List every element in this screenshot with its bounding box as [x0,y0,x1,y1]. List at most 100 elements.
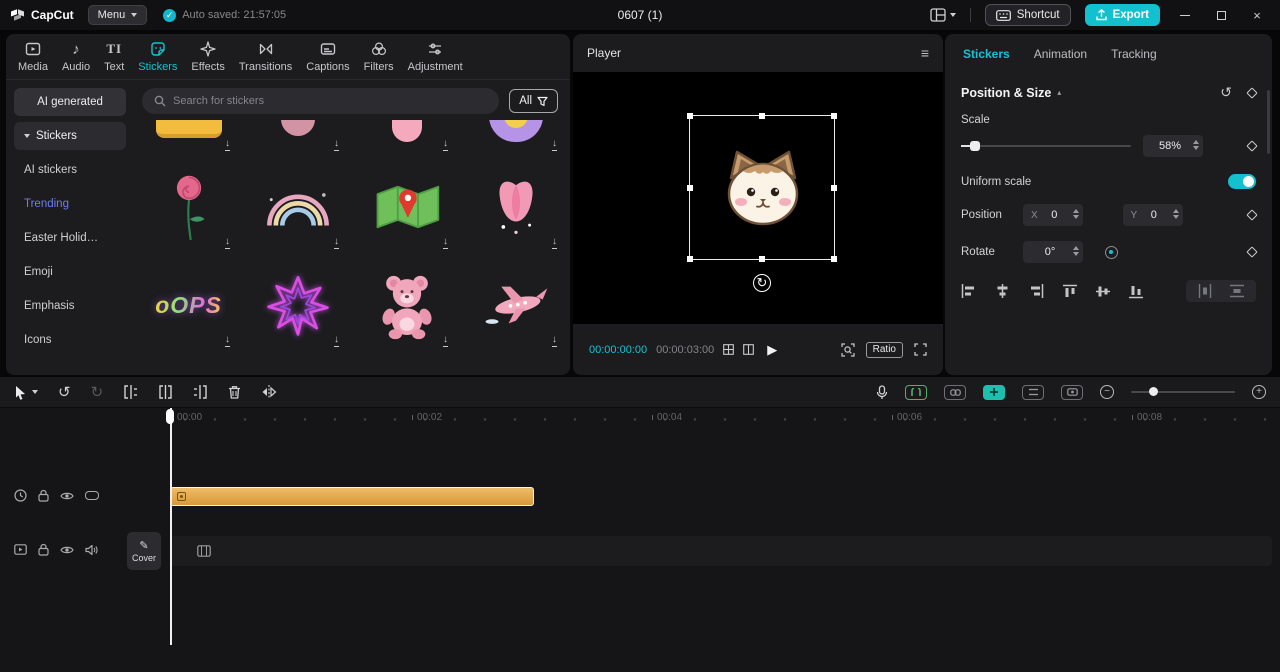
selection-handle[interactable] [759,256,765,262]
zoom-out-button[interactable]: − [1100,385,1114,399]
align-left-icon[interactable] [961,284,976,298]
tab-effects[interactable]: Effects [191,40,225,73]
scale-slider-knob[interactable] [970,141,980,151]
sticker-map-location[interactable]: ↓ [360,162,453,252]
menu-button[interactable]: Menu [87,5,148,25]
magnet-toggle[interactable] [905,384,927,400]
sticker-purple-shell[interactable]: ↓ [469,120,562,154]
playhead-handle[interactable] [166,409,174,424]
sidebar-item-trending[interactable]: Trending [14,190,126,218]
selection-handle[interactable] [831,113,837,119]
zoom-slider-knob[interactable] [1149,387,1158,396]
sidebar-item-stickers[interactable]: Stickers [14,122,126,150]
align-bottom-icon[interactable] [1129,284,1143,299]
sticker-clip[interactable] [170,487,534,506]
keyframe-diamond-icon[interactable] [1246,140,1258,152]
layout-switch-button[interactable] [930,8,956,22]
minimize-button[interactable] [1174,14,1196,16]
mirror-button[interactable] [261,385,277,399]
speaker-icon[interactable] [85,544,98,556]
sidebar-item-emoji[interactable]: Emoji [14,258,126,286]
rotate-value-input[interactable]: 0° [1023,241,1083,263]
download-icon[interactable]: ↓ [443,237,448,249]
stepper-icon[interactable] [1172,208,1179,219]
play-button[interactable]: ▶ [767,342,777,358]
tab-captions[interactable]: Captions [306,40,350,73]
split-button[interactable] [158,385,173,399]
player-menu-icon[interactable]: ≡ [921,45,929,61]
sidebar-item-ai-generated[interactable]: AI generated [14,88,126,116]
sidebar-item-icons[interactable]: Icons [14,326,126,354]
download-icon[interactable]: ↓ [552,139,557,151]
sticker-tulip[interactable]: ↓ [469,162,562,252]
stepper-icon[interactable] [1193,139,1199,150]
lock-icon[interactable] [38,489,49,502]
clock-icon[interactable] [14,489,27,502]
cat-sticker[interactable] [713,144,813,232]
playhead[interactable] [170,408,172,645]
reset-icon[interactable]: ↺ [1220,84,1232,101]
chevron-down-icon[interactable] [32,390,38,394]
sticker-rainbow[interactable]: ↓ [251,162,344,252]
position-y-input[interactable]: Y 0 [1122,204,1183,226]
sticker-selection-box[interactable] [687,113,837,262]
align-middle-vertical-icon[interactable] [1096,284,1110,299]
timeline-ruler[interactable]: 00:00 00:02 00:04 00:06 00:08 [0,408,1280,430]
download-icon[interactable]: ↓ [443,139,448,151]
rotate-dial-icon[interactable] [1105,245,1118,259]
download-icon[interactable]: ↓ [225,237,230,249]
stepper-icon[interactable] [1073,208,1079,219]
ratio-button[interactable]: Ratio [865,341,903,358]
timeline-zoom-slider[interactable] [1131,387,1235,396]
preview-axis-toggle[interactable] [1022,384,1044,400]
sticker-oops-text[interactable]: oOPS ↓ [142,260,235,350]
fit-zoom-icon[interactable] [841,342,855,357]
sticker-airplane[interactable]: ↓ [469,260,562,350]
distribute-vertical-icon[interactable] [1230,284,1244,298]
export-button[interactable]: Export [1084,4,1160,26]
cover-button[interactable]: ✎ Cover [127,532,161,570]
tab-text[interactable]: TI Text [104,40,124,73]
sidebar-item-easter-holiday[interactable]: Easter Holid… [14,224,126,252]
download-icon[interactable]: ↓ [225,139,230,151]
redo-button[interactable]: ↻ [91,383,104,401]
delete-button[interactable] [228,385,241,399]
scale-value-input[interactable]: 58% [1143,135,1203,157]
undo-button[interactable]: ↺ [58,383,71,401]
collapse-caret-icon[interactable]: ▴ [1057,88,1061,97]
lock-icon[interactable] [38,543,49,556]
distribute-horizontal-icon[interactable] [1198,284,1212,298]
render-preview-toggle[interactable] [1061,384,1083,400]
keyframe-diamond-icon[interactable] [1246,246,1258,258]
tab-media[interactable]: Media [18,40,48,73]
fullscreen-icon[interactable] [914,343,927,356]
keyframe-diamond-icon[interactable] [1246,86,1258,99]
eye-icon[interactable] [60,491,74,501]
main-video-track[interactable] [170,536,1272,566]
selection-handle[interactable] [687,184,693,191]
selection-handle[interactable] [831,184,837,191]
link-clips-toggle[interactable] [944,384,966,400]
tab-transitions[interactable]: Transitions [239,40,292,73]
tab-inspector-tracking[interactable]: Tracking [1111,47,1157,61]
tab-stickers[interactable]: Stickers [138,40,177,73]
sticker-rose[interactable]: ↓ [142,162,235,252]
player-canvas[interactable]: ↻ [573,72,943,324]
voiceover-mic-button[interactable] [876,384,888,400]
maximize-button[interactable] [1210,10,1232,20]
search-input[interactable] [173,95,488,107]
keyframe-diamond-icon[interactable] [1246,209,1258,221]
align-center-horizontal-icon[interactable] [995,284,1010,298]
split-right-button[interactable] [193,385,208,399]
selection-handle[interactable] [759,113,765,119]
track-label-icon[interactable] [85,491,99,500]
download-icon[interactable]: ↓ [334,139,339,151]
stepper-icon[interactable] [1073,245,1079,256]
download-icon[interactable]: ↓ [552,237,557,249]
selection-handle[interactable] [687,256,693,262]
sidebar-item-emphasis[interactable]: Emphasis [14,292,126,320]
tab-inspector-animation[interactable]: Animation [1034,47,1087,61]
eye-icon[interactable] [60,545,74,555]
scale-slider[interactable] [961,141,1131,151]
download-icon[interactable]: ↓ [225,335,230,347]
